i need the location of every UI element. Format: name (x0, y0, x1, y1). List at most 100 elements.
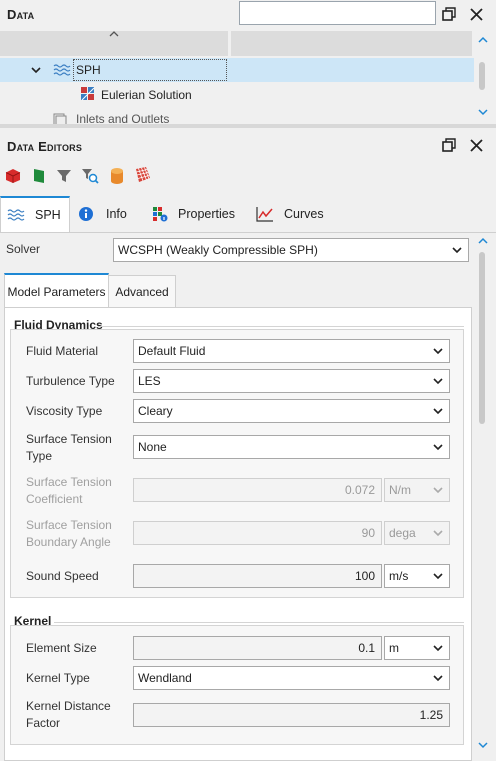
tree-column-header-2[interactable] (231, 31, 472, 56)
tab-info[interactable]: Info (72, 196, 138, 232)
tree-item-inlets-row[interactable]: Inlets and Outlets (0, 110, 474, 124)
sound-speed-unit[interactable]: m/s (384, 564, 450, 588)
chevron-down-icon (433, 675, 443, 682)
scrollbar-thumb[interactable] (479, 62, 485, 90)
data-editors-title: Data Editors (7, 139, 83, 154)
sound-speed-field[interactable]: 100 (133, 564, 382, 588)
element-size-unit-value: m (389, 641, 399, 655)
tab-properties-label: Properties (178, 207, 235, 221)
solver-label: Solver (6, 242, 41, 256)
chevron-down-icon (433, 530, 443, 537)
tab-sph-waves-icon (7, 209, 25, 221)
tree-row-sph[interactable] (0, 58, 474, 82)
maximize-icon[interactable] (441, 6, 457, 22)
element-size-value: 0.1 (358, 641, 375, 655)
kernel-distance-label-line1: Kernel Distance (26, 699, 111, 713)
fluid-material-select[interactable]: Default Fluid (133, 339, 450, 363)
kernel-type-label: Kernel Type (26, 671, 90, 685)
tab-bar-line (0, 232, 496, 233)
surface-mesh-icon[interactable] (134, 166, 152, 184)
filter-icon[interactable] (56, 168, 72, 184)
editors-close-icon[interactable] (468, 137, 484, 153)
chevron-down-icon (433, 487, 443, 494)
surface-tension-coeff-label-line2: Coefficient (26, 492, 83, 506)
close-icon[interactable] (468, 6, 484, 22)
editor-scroll-up-icon[interactable] (477, 235, 489, 247)
chevron-down-icon (433, 348, 443, 355)
fluid-material-value: Default Fluid (138, 344, 206, 358)
surface-tension-type-label-line2: Type (26, 449, 53, 463)
scroll-down-icon[interactable] (477, 106, 489, 118)
chevron-down-icon (433, 573, 443, 580)
data-search-input[interactable] (239, 1, 436, 25)
fluid-material-label: Fluid Material (26, 344, 99, 358)
viscosity-type-value: Cleary (138, 404, 173, 418)
surface-tension-angle-field[interactable]: 90 (133, 521, 382, 545)
turbulence-type-label: Turbulence Type (26, 374, 115, 388)
subtab-model-parameters-label: Model Parameters (7, 284, 106, 299)
green-flag-icon[interactable] (32, 168, 46, 184)
inlets-icon (53, 113, 67, 124)
sph-waves-icon (53, 63, 71, 77)
scroll-up-icon[interactable] (477, 34, 489, 46)
expand-chevron-icon[interactable] (30, 64, 42, 76)
surface-tension-coeff-unit[interactable]: N/m (384, 478, 450, 502)
subtab-advanced[interactable]: Advanced (109, 275, 176, 307)
search-filter-icon[interactable] (81, 167, 99, 185)
chevron-down-icon (433, 645, 443, 652)
surface-tension-coeff-label-line1: Surface Tension (26, 475, 112, 489)
sound-speed-label: Sound Speed (26, 569, 99, 583)
tab-properties[interactable]: Properties (146, 196, 246, 232)
viscosity-type-select[interactable]: Cleary (133, 399, 450, 423)
tree-item-eulerian[interactable]: Eulerian Solution (101, 88, 192, 102)
surface-tension-type-select[interactable]: None (133, 435, 450, 459)
surface-tension-angle-unit-value: dega (389, 526, 416, 540)
tab-sph[interactable]: SPH (0, 196, 70, 232)
surface-tension-coeff-field[interactable]: 0.072 (133, 478, 382, 502)
element-size-field[interactable]: 0.1 (133, 636, 382, 660)
cylinder-icon[interactable] (110, 167, 124, 185)
sound-speed-unit-value: m/s (389, 569, 409, 583)
surface-tension-type-value: None (138, 440, 167, 454)
surface-tension-coeff-unit-value: N/m (389, 483, 411, 497)
info-icon (79, 207, 93, 221)
editor-scrollbar-thumb[interactable] (479, 252, 485, 424)
turbulence-type-value: LES (138, 374, 161, 388)
red-cube-icon[interactable] (5, 168, 21, 184)
kernel-distance-label-line2: Factor (26, 716, 61, 730)
surface-tension-coeff-value: 0.072 (344, 483, 375, 497)
turbulence-type-select[interactable]: LES (133, 369, 450, 393)
tab-curves[interactable]: Curves (250, 196, 334, 232)
subtab-model-parameters[interactable]: Model Parameters (4, 273, 109, 308)
tree-item-sph-label[interactable]: SPH (73, 59, 227, 81)
surface-tension-angle-unit[interactable]: dega (384, 521, 450, 545)
element-size-label: Element Size (26, 641, 97, 655)
chevron-down-icon (433, 378, 443, 385)
data-panel-title: Data (7, 7, 35, 22)
kernel-type-value: Wendland (138, 671, 192, 685)
surface-tension-type-label: Surface Tension Type (26, 431, 112, 465)
sort-chevron-icon[interactable] (108, 27, 120, 37)
surface-tension-type-label-line1: Surface Tension (26, 432, 112, 446)
kernel-distance-label: Kernel Distance Factor (26, 698, 111, 732)
surface-tension-coeff-label: Surface Tension Coefficient (26, 474, 112, 508)
solver-select[interactable]: WCSPH (Weakly Compressible SPH) (113, 238, 469, 262)
solver-value: WCSPH (Weakly Compressible SPH) (118, 243, 318, 257)
editors-maximize-icon[interactable] (441, 137, 457, 153)
surface-tension-angle-label: Surface Tension Boundary Angle (26, 517, 112, 551)
editor-scroll-down-icon[interactable] (477, 739, 489, 751)
tab-info-label: Info (106, 207, 127, 221)
kernel-distance-field[interactable]: 1.25 (133, 703, 450, 727)
kernel-distance-value: 1.25 (419, 708, 443, 722)
viscosity-type-label: Viscosity Type (26, 404, 103, 418)
eulerian-solution-icon (80, 86, 96, 102)
tree-item-inlets-label: Inlets and Outlets (76, 112, 170, 124)
surface-tension-angle-value: 90 (361, 526, 375, 540)
subtab-advanced-label: Advanced (115, 284, 169, 299)
tab-curves-label: Curves (284, 207, 324, 221)
element-size-unit[interactable]: m (384, 636, 450, 660)
tab-sph-label: SPH (35, 208, 61, 222)
curves-icon (256, 207, 273, 222)
kernel-type-select[interactable]: Wendland (133, 666, 450, 690)
chevron-down-icon (433, 408, 443, 415)
